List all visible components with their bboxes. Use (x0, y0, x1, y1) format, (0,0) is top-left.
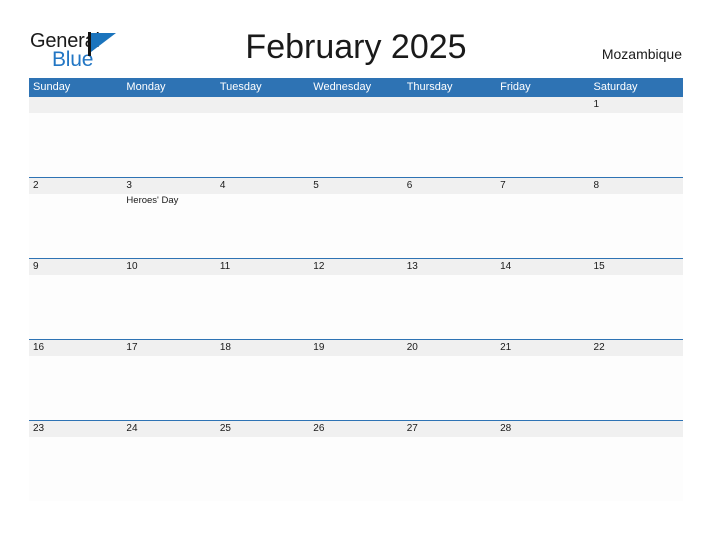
weekday-header-tuesday: Tuesday (219, 81, 262, 93)
day-number: 5 (313, 180, 319, 191)
week-row: 1 (29, 96, 683, 177)
day-cell[interactable] (29, 97, 123, 177)
calendar-grid: Sunday Monday Tuesday Wednesday Thursday… (29, 78, 683, 501)
day-number: 8 (593, 180, 600, 191)
day-cell[interactable] (402, 97, 497, 177)
weekday-header-row: Sunday Monday Tuesday Wednesday Thursday… (29, 78, 683, 96)
country-label: Mozambique (601, 46, 682, 62)
day-number: 12 (313, 261, 325, 272)
day-cell[interactable]: 14 (496, 259, 590, 339)
day-number: 28 (500, 423, 512, 434)
day-number: 7 (500, 180, 506, 191)
day-cell[interactable]: 9 (29, 259, 123, 339)
day-cell[interactable]: 11 (215, 259, 310, 339)
week-row: 2 3 Heroes' Day 4 5 6 7 8 (29, 177, 683, 258)
day-number: 22 (593, 342, 605, 353)
week-row: 9 10 11 12 13 14 15 (29, 258, 683, 339)
day-band (215, 97, 310, 113)
day-number: 13 (406, 261, 418, 272)
day-band (309, 178, 403, 194)
weekday-header-sunday: Sunday (33, 81, 71, 93)
day-cell[interactable]: 17 (122, 340, 216, 420)
day-band (496, 97, 590, 113)
day-cell[interactable]: 23 (29, 421, 123, 501)
day-cell[interactable]: 10 (122, 259, 216, 339)
day-number: 16 (33, 342, 45, 353)
day-band (29, 259, 123, 275)
day-number: 4 (219, 180, 226, 191)
day-number: 15 (593, 261, 605, 272)
day-cell[interactable]: 26 (309, 421, 403, 501)
page-header: General Blue February 2025 Mozambique (0, 0, 712, 78)
day-band (496, 178, 590, 194)
day-cell[interactable] (122, 97, 216, 177)
day-number: 20 (406, 342, 418, 353)
day-band (309, 97, 403, 113)
day-number: 23 (33, 423, 45, 434)
day-band (402, 97, 497, 113)
day-band (589, 97, 683, 113)
day-cell[interactable]: 21 (496, 340, 590, 420)
weekday-header-friday: Friday (500, 81, 531, 93)
day-number: 17 (126, 342, 138, 353)
calendar-page: General Blue February 2025 Mozambique Su… (0, 0, 712, 550)
day-cell[interactable]: 24 (122, 421, 216, 501)
day-cell[interactable] (496, 97, 590, 177)
day-number: 9 (33, 261, 39, 272)
day-cell[interactable]: 27 (402, 421, 497, 501)
day-cell[interactable]: 3 Heroes' Day (122, 178, 216, 258)
day-cell[interactable]: 6 (402, 178, 497, 258)
day-cell[interactable]: 25 (215, 421, 310, 501)
day-number: 26 (313, 423, 325, 434)
weekday-header-monday: Monday (126, 81, 166, 93)
day-number: 10 (126, 261, 138, 272)
day-number: 6 (406, 180, 413, 191)
week-row: 23 24 25 26 27 28 (29, 420, 683, 501)
day-cell[interactable]: 13 (402, 259, 497, 339)
day-band (589, 178, 683, 194)
day-band (215, 178, 310, 194)
day-band (122, 97, 216, 113)
day-band (589, 421, 683, 437)
day-cell[interactable]: 16 (29, 340, 123, 420)
day-number: 3 (126, 180, 132, 191)
weekday-header-thursday: Thursday (406, 81, 453, 93)
day-cell[interactable]: 28 (496, 421, 590, 501)
day-number: 2 (33, 180, 39, 191)
week-row: 16 17 18 19 20 21 22 (29, 339, 683, 420)
day-cell[interactable]: 18 (215, 340, 310, 420)
day-number: 11 (219, 261, 231, 272)
day-cell[interactable]: 1 (589, 97, 683, 177)
day-cell[interactable]: 12 (309, 259, 403, 339)
day-band (29, 97, 123, 113)
weekday-header-saturday: Saturday (593, 81, 638, 93)
day-cell[interactable]: 7 (496, 178, 590, 258)
day-number: 14 (500, 261, 512, 272)
day-band (29, 178, 123, 194)
weekday-header-wednesday: Wednesday (313, 81, 372, 93)
day-number: 25 (219, 423, 231, 434)
day-number: 24 (126, 423, 138, 434)
day-event: Heroes' Day (126, 195, 179, 206)
day-cell[interactable]: 20 (402, 340, 497, 420)
day-number: 21 (500, 342, 512, 353)
day-cell[interactable]: 15 (589, 259, 683, 339)
day-number: 19 (313, 342, 325, 353)
day-cell[interactable] (215, 97, 310, 177)
day-number: 18 (219, 342, 231, 353)
day-cell[interactable]: 19 (309, 340, 403, 420)
day-cell[interactable]: 5 (309, 178, 403, 258)
day-cell[interactable] (589, 421, 683, 501)
day-number: 1 (593, 99, 600, 110)
day-cell[interactable]: 22 (589, 340, 683, 420)
day-band (402, 178, 497, 194)
day-cell[interactable] (309, 97, 403, 177)
day-cell[interactable]: 8 (589, 178, 683, 258)
day-number: 27 (406, 423, 418, 434)
day-cell[interactable]: 2 (29, 178, 123, 258)
day-band (122, 178, 216, 194)
day-cell[interactable]: 4 (215, 178, 310, 258)
